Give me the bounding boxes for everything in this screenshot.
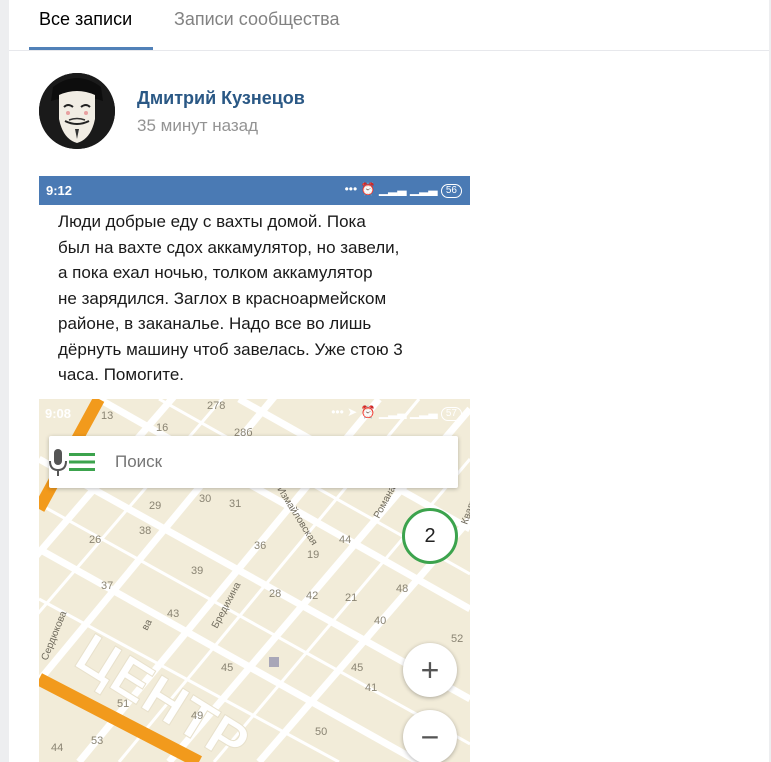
post-photo[interactable]: 9:12 ••• ⏰ ▁▂▃ ▁▂▃ 56 Люди добрые еду с … (39, 176, 470, 762)
tab-active-underline (29, 47, 153, 50)
menu-icon[interactable] (69, 453, 95, 471)
house-number: 53 (91, 735, 103, 747)
search-placeholder[interactable]: Поиск (115, 452, 162, 472)
text-line: был на вахте сдох аккамулятор, но завели… (58, 237, 400, 257)
text-line: районе, в заканалье. Надо все во лишь (58, 314, 372, 333)
house-number: 41 (365, 682, 377, 694)
battery-icon: 57 (440, 407, 462, 421)
status-icons: ••• ➤ ⏰ ▁▂▃ ▁▂▃ 57 (331, 405, 462, 421)
house-number: 28 (269, 588, 281, 600)
status-time: 9:08 (45, 406, 72, 421)
screenshot-text: Люди добрые еду с вахты домой. Пока был … (58, 209, 458, 388)
house-number: 51 (117, 698, 129, 710)
status-icons: ••• ⏰ ▁▂▃ ▁▂▃ 56 (345, 182, 462, 198)
house-number: 45 (351, 662, 363, 674)
house-number: 44 (339, 534, 351, 546)
minus-icon: − (420, 719, 440, 755)
tab-community-posts[interactable]: Записи сообщества (174, 8, 340, 30)
text-line: не зарядился. Заглох в красноармейском (58, 288, 387, 308)
house-number: 43 (167, 608, 179, 620)
house-number: 21 (345, 592, 357, 604)
text-line: дёрнуть машину чтоб завелась. Уже стою 3 (58, 339, 403, 359)
post-author-link[interactable]: Дмитрий Кузнецов (137, 88, 305, 109)
house-number: 39 (191, 565, 203, 577)
tab-all-posts[interactable]: Все записи (39, 8, 132, 30)
plus-icon: + (420, 652, 440, 688)
status-bar-1: 9:12 ••• ⏰ ▁▂▃ ▁▂▃ 56 (39, 176, 470, 205)
map-view[interactable]: ЦЕНТР 13 16 278 28б 29 30 31 26 38 36 37… (39, 399, 470, 762)
house-number: 26 (89, 534, 101, 546)
house-number: 29 (149, 500, 161, 512)
avatar[interactable] (39, 73, 115, 149)
left-gutter (0, 0, 9, 762)
house-number: 30 (199, 493, 211, 505)
guy-fawkes-mask-icon (39, 73, 115, 149)
house-number: 37 (101, 580, 113, 592)
text-line: а пока ехал ночью, толком аккамулятор (58, 263, 373, 282)
house-number: 38 (139, 525, 151, 537)
cluster-count-button[interactable]: 2 (402, 508, 458, 564)
house-number: 19 (307, 549, 319, 561)
house-number: 45 (221, 662, 233, 674)
cluster-count: 2 (424, 525, 436, 547)
house-number: 50 (315, 726, 327, 738)
text-line: часа. Помогите. (58, 365, 184, 384)
zoom-out-button[interactable]: − (403, 710, 457, 762)
house-number: 40 (374, 615, 386, 627)
text-line: Люди добрые еду с вахты домой. Пока (58, 212, 366, 231)
post-time-link[interactable]: 35 минут назад (137, 116, 258, 136)
wall-tabs: Все записи Записи сообщества (9, 0, 769, 51)
house-number: 44 (51, 742, 63, 754)
microphone-icon[interactable] (49, 449, 67, 476)
house-number: 42 (306, 590, 318, 602)
status-time: 9:12 (46, 183, 73, 198)
zoom-in-button[interactable]: + (403, 643, 457, 697)
house-number: 49 (191, 710, 203, 722)
battery-icon: 56 (440, 184, 462, 198)
status-bar-2: 9:08 ••• ➤ ⏰ ▁▂▃ ▁▂▃ 57 (39, 399, 470, 427)
house-number: 31 (229, 498, 241, 510)
house-number: 36 (254, 540, 266, 552)
house-number: 48 (396, 583, 408, 595)
bus-stop-icon (269, 657, 279, 667)
alarm-icon: ••• ⏰ ▁▂▃ ▁▂▃ (344, 182, 441, 196)
location-icon: ••• ➤ ⏰ ▁▂▃ ▁▂▃ (331, 405, 441, 419)
map-search-bar[interactable]: Поиск (49, 436, 458, 488)
